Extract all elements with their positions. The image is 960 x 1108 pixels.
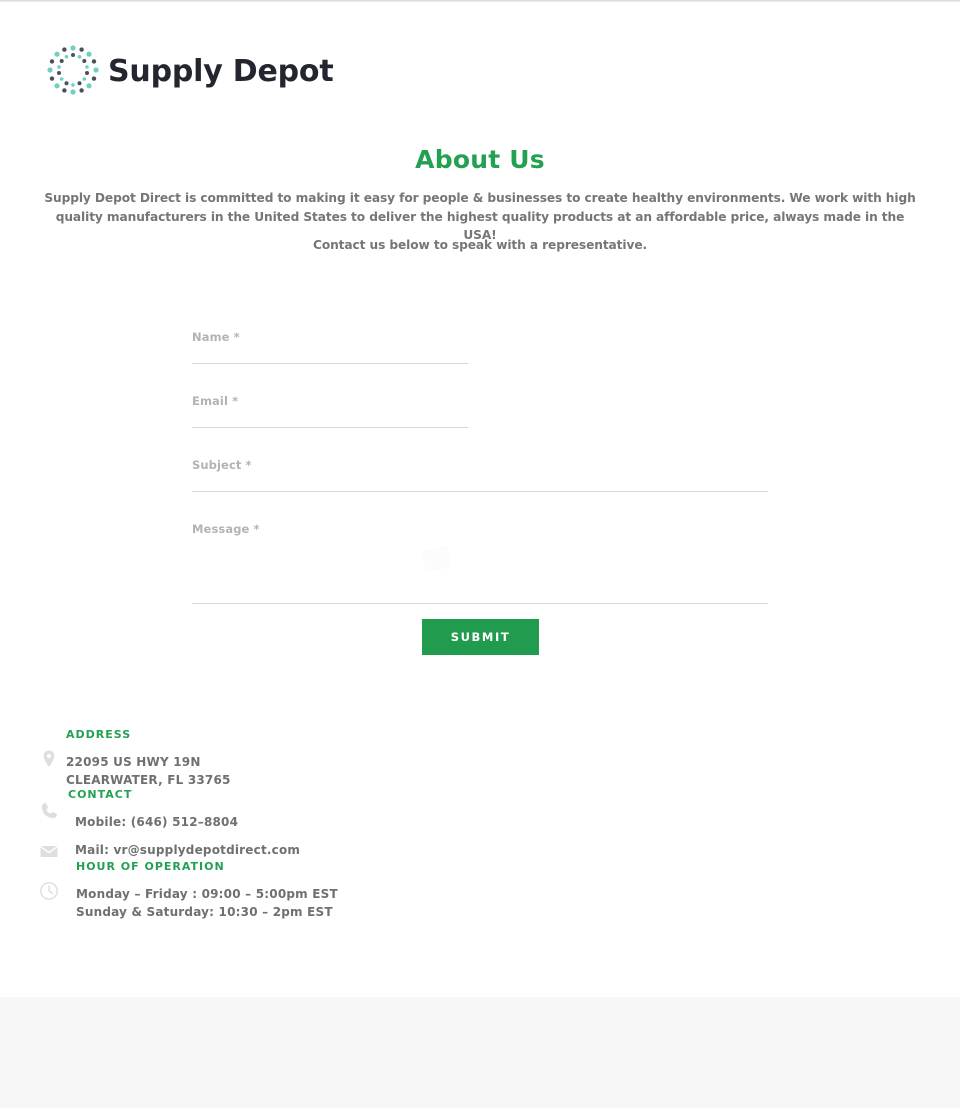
footer-band — [0, 997, 960, 1108]
hours-weekend: Sunday & Saturday: 10:30 – 2pm EST — [76, 905, 333, 919]
hours-weekday: Monday – Friday : 09:00 – 5:00pm EST — [76, 887, 338, 901]
mail-icon — [38, 840, 60, 862]
map-pin-icon — [38, 748, 60, 770]
page-top-rule — [0, 0, 960, 2]
address-lines: 22095 US HWY 19N CLEARWATER, FL 33765 — [66, 753, 231, 789]
message-field-label: Message * — [192, 522, 260, 536]
address-heading: ADDRESS — [66, 728, 132, 741]
contact-heading: CONTACT — [68, 788, 133, 801]
address-line-1: 22095 US HWY 19N — [66, 755, 201, 769]
circular-dots-logo-icon[interactable] — [42, 40, 104, 102]
email-field-group: Email * — [192, 394, 468, 428]
mobile-number[interactable]: Mobile: (646) 512–8804 — [75, 813, 238, 831]
email-field-label: Email * — [192, 394, 239, 408]
submit-button[interactable]: SUBMIT — [422, 619, 539, 655]
subject-field-group: Subject * — [192, 458, 768, 492]
name-field-group: Name * — [192, 330, 468, 364]
about-cta-text: Contact us below to speak with a represe… — [312, 238, 648, 253]
subject-input[interactable] — [192, 472, 768, 492]
page-title: About Us — [415, 144, 545, 174]
subject-field-label: Subject * — [192, 458, 252, 472]
clock-icon — [38, 880, 60, 902]
name-field-label: Name * — [192, 330, 240, 344]
site-header: Supply Depot — [42, 40, 334, 102]
email-address[interactable]: Mail: vr@supplydepotdirect.com — [75, 841, 300, 859]
address-line-2: CLEARWATER, FL 33765 — [66, 773, 231, 787]
email-input[interactable] — [192, 408, 468, 428]
message-input[interactable] — [192, 536, 768, 604]
name-input[interactable] — [192, 344, 468, 364]
about-paragraph: Supply Depot Direct is committed to maki… — [44, 191, 916, 243]
brand-wordmark[interactable]: Supply Depot — [108, 54, 334, 89]
phone-icon — [38, 800, 60, 822]
hours-lines: Monday – Friday : 09:00 – 5:00pm EST Sun… — [76, 885, 338, 921]
message-field-group: Message * — [192, 522, 768, 604]
hours-heading: HOUR OF OPERATION — [76, 860, 225, 873]
